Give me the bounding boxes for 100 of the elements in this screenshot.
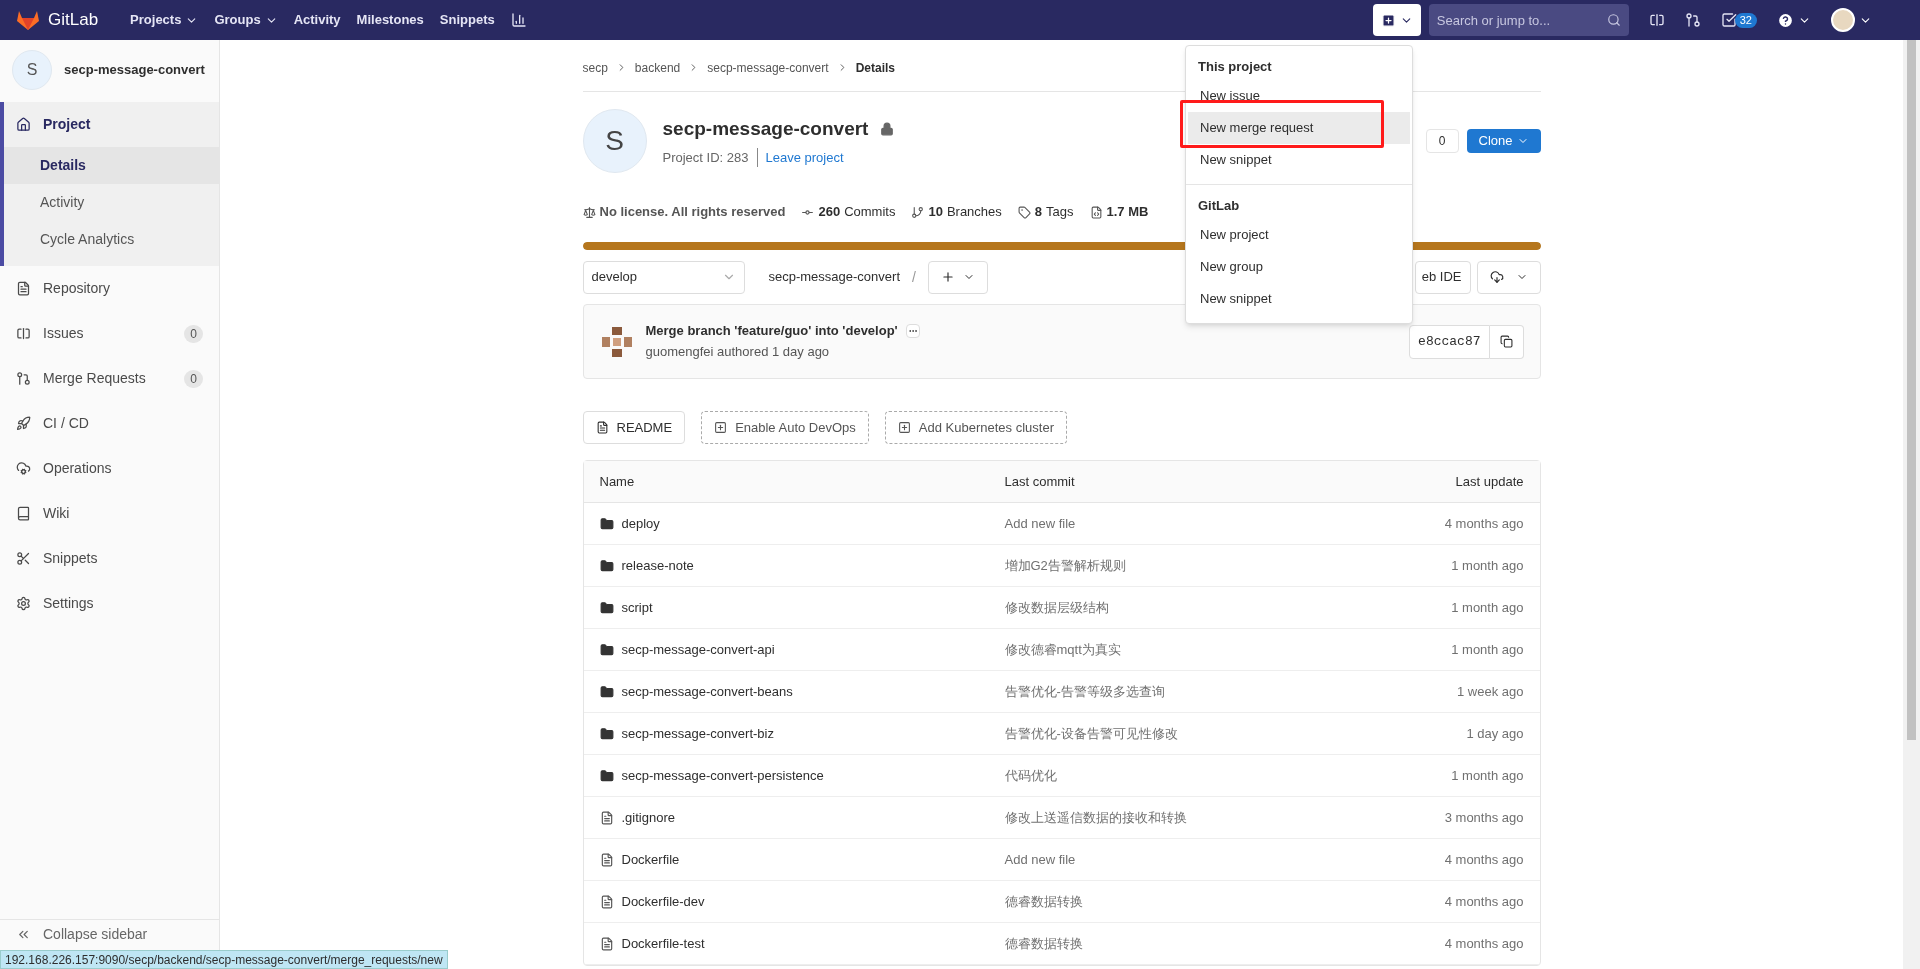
breadcrumb-link[interactable]: backend	[634, 58, 681, 77]
sidebar-subitem[interactable]: Cycle Analytics	[4, 221, 219, 258]
fox-logo-icon	[16, 9, 40, 31]
action-button[interactable]: Enable Auto DevOps	[701, 411, 869, 444]
file-name-link[interactable]: secp-message-convert-biz	[621, 723, 774, 744]
file-name-link[interactable]: Dockerfile-dev	[621, 891, 705, 912]
file-name-link[interactable]: secp-message-convert-beans	[621, 681, 793, 702]
chart-icon[interactable]	[510, 12, 527, 28]
scrollbar[interactable]	[1903, 40, 1920, 969]
sidebar-item[interactable]: Wiki	[0, 491, 219, 536]
new-button[interactable]	[1372, 4, 1421, 36]
dropdown-item[interactable]: New snippet	[1188, 283, 1410, 315]
sidebar-item[interactable]: CI / CD	[0, 401, 219, 446]
leave-project-link[interactable]: Leave project	[757, 147, 844, 167]
action-button[interactable]: README	[582, 411, 686, 444]
sidebar-item[interactable]: Settings	[0, 581, 219, 626]
nav-link[interactable]: Projects	[130, 10, 199, 30]
commit-message-link[interactable]: Add new file	[1004, 513, 1324, 534]
stat-link[interactable]: 8 Tags	[1017, 202, 1074, 222]
commit-message-link[interactable]: 代码优化	[1004, 765, 1324, 786]
copy-icon	[1499, 335, 1513, 348]
sidebar-item[interactable]: Merge Requests 0	[0, 356, 219, 401]
commit-message-link[interactable]: 修改德睿mqtt为真实	[1004, 639, 1324, 660]
dropdown-item[interactable]: New snippet	[1188, 144, 1410, 176]
repo-path: secp-message-convert	[768, 268, 900, 287]
avatar-button[interactable]	[1831, 8, 1872, 32]
commit-message-link[interactable]: 修改数据层级结构	[1004, 597, 1324, 618]
sidebar-item-icon	[16, 281, 31, 296]
action-button[interactable]: Add Kubernetes cluster	[884, 411, 1067, 444]
download-button[interactable]	[1476, 260, 1541, 294]
dropdown-item[interactable]: New merge request	[1188, 112, 1410, 144]
commit-sha[interactable]: e8ccac87	[1409, 324, 1490, 359]
commit-message-link[interactable]: 德睿数据转换	[1004, 933, 1324, 954]
file-icon	[599, 852, 614, 867]
update-time: 4 months ago	[1443, 850, 1524, 869]
web-ide-button[interactable]: eb IDE	[1414, 260, 1471, 294]
stat-link[interactable]: 260 Commits	[801, 202, 896, 222]
commit-message-link[interactable]: 修改上送遥信数据的接收和转换	[1004, 807, 1324, 828]
stat-link[interactable]: No license. All rights reserved	[582, 202, 786, 222]
breadcrumb-link[interactable]: Details	[855, 58, 895, 77]
sidebar-item[interactable]: Repository	[0, 266, 219, 311]
column-header: Name	[599, 472, 636, 491]
todo-icon[interactable]	[1720, 12, 1737, 28]
file-name-link[interactable]: secp-message-convert-persistence	[621, 765, 824, 786]
cloud-download-icon	[1489, 270, 1504, 284]
breadcrumb-link[interactable]: secp-message-convert	[707, 58, 829, 77]
commit-message-link[interactable]: 告警优化-设备告警可见性修改	[1004, 723, 1324, 744]
sidebar-item[interactable]: Operations	[0, 446, 219, 491]
sidebar-item[interactable]: Project	[4, 102, 219, 147]
file-name-link[interactable]: secp-message-convert-api	[621, 639, 775, 660]
column-header: Last commit	[1004, 472, 1076, 491]
user-avatar	[1831, 8, 1855, 32]
update-time: 4 months ago	[1443, 934, 1524, 953]
sidebar-item[interactable]: Snippets	[0, 536, 219, 581]
file-icon	[599, 810, 614, 825]
sidebar-item-icon	[16, 551, 31, 566]
file-name-link[interactable]: .gitignore	[621, 807, 675, 828]
search-field[interactable]: Search or jump to...	[1428, 4, 1629, 36]
project-id: Project ID: 283	[662, 147, 758, 167]
update-time: 4 months ago	[1443, 514, 1524, 533]
brand-name[interactable]: GitLab	[48, 7, 99, 33]
search-icon	[1606, 13, 1621, 27]
dropdown-item[interactable]: New issue	[1188, 80, 1410, 112]
scrollbar-thumb[interactable]	[1907, 40, 1916, 740]
expand-icon[interactable]	[905, 324, 920, 338]
file-name-link[interactable]: Dockerfile	[621, 849, 680, 870]
file-name-link[interactable]: Dockerfile-test	[621, 933, 705, 954]
dropdown-item[interactable]: New project	[1188, 219, 1410, 251]
sidebar-subitem[interactable]: Details	[4, 147, 219, 184]
sidebar-subitem[interactable]: Activity	[4, 184, 219, 221]
breadcrumb-link[interactable]: secp	[582, 58, 608, 77]
stat-link[interactable]: 1.7 MB	[1089, 202, 1149, 222]
star-count[interactable]: 0	[1425, 129, 1459, 153]
collapse-sidebar-button[interactable]: Collapse sidebar	[0, 919, 219, 949]
commit-message-link[interactable]: 德睿数据转换	[1004, 891, 1324, 912]
nav-link[interactable]: Snippets	[439, 10, 495, 30]
file-name-link[interactable]: deploy	[621, 513, 660, 534]
nav-link[interactable]: Groups	[214, 10, 278, 30]
update-time: 3 months ago	[1443, 808, 1524, 827]
sidebar-project-name[interactable]: secp-message-convert	[64, 60, 205, 80]
stat-link[interactable]: 10 Branches	[911, 202, 1002, 222]
nav-link[interactable]: Milestones	[356, 10, 424, 30]
todo-count: 32	[1734, 12, 1757, 28]
update-time: 1 month ago	[1450, 766, 1524, 785]
dropdown-item[interactable]: New group	[1188, 251, 1410, 283]
merge-request-icon[interactable]	[1684, 12, 1701, 28]
clone-button[interactable]: Clone	[1466, 129, 1541, 153]
commit-message-link[interactable]: 增加G2告警解析规则	[1004, 555, 1324, 576]
commit-message-link[interactable]: 告警优化-告警等级多选查询	[1004, 681, 1324, 702]
issues-icon[interactable]	[1648, 12, 1665, 28]
sidebar-item[interactable]: Issues 0	[0, 311, 219, 356]
help-button[interactable]	[1777, 11, 1811, 29]
file-name-link[interactable]: release-note	[621, 555, 694, 576]
commit-title[interactable]: Merge branch 'feature/guo' into 'develop'	[645, 321, 898, 341]
plus-icon	[940, 270, 955, 284]
file-name-link[interactable]: script	[621, 597, 653, 618]
branch-select[interactable]: develop	[582, 260, 745, 294]
copy-button[interactable]	[1489, 324, 1524, 359]
commit-message-link[interactable]: Add new file	[1004, 849, 1324, 870]
nav-link[interactable]: Activity	[293, 10, 341, 30]
